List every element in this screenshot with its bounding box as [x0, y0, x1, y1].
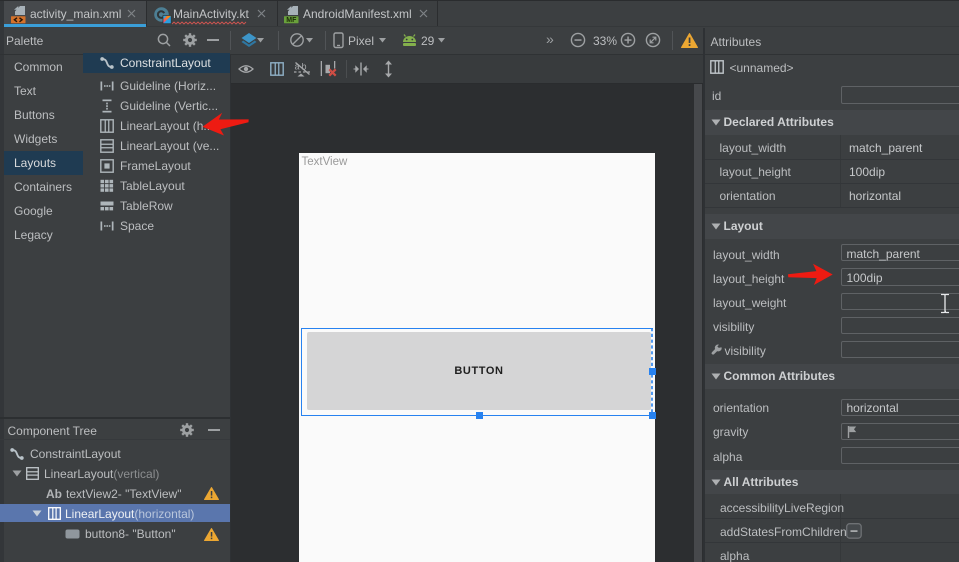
svg-text:MF: MF [286, 17, 297, 24]
